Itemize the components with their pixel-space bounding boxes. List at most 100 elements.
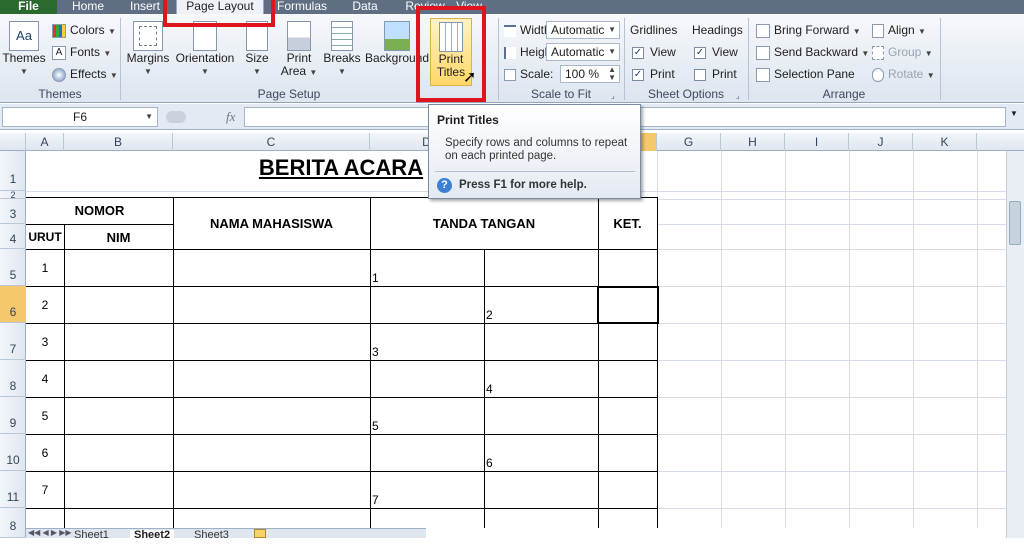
fonts-button[interactable]: A Fonts ▼ [52, 43, 111, 61]
gridlines-print-checkbox[interactable]: ✓ Print [632, 65, 675, 83]
chevron-down-icon: ▼ [144, 67, 152, 76]
row-header-4[interactable]: 4 [0, 224, 26, 249]
gridline [657, 397, 1006, 398]
vertical-scrollbar[interactable] [1006, 151, 1024, 538]
tab-insert[interactable]: Insert [128, 0, 162, 14]
tab-data[interactable]: Data [350, 0, 380, 14]
rotate-button[interactable]: Rotate ▼ [872, 65, 935, 83]
sheet-tab-sheet3[interactable]: Sheet3 [194, 530, 229, 541]
urut-cell[interactable]: 6 [26, 446, 64, 460]
size-label: Size [245, 51, 269, 65]
height-icon [504, 46, 516, 59]
row-header-11[interactable]: 11 [0, 471, 26, 508]
column-header-a[interactable]: A [26, 133, 64, 151]
column-header-c[interactable]: C [173, 133, 370, 151]
sign-number-cell[interactable]: 1 [372, 271, 379, 285]
selection-pane-button[interactable]: Selection Pane [756, 65, 855, 83]
breaks-button[interactable]: Breaks ▼ [322, 18, 362, 78]
sheet-tab-sheet2[interactable]: Sheet2 [130, 530, 175, 541]
group-button[interactable]: Group ▼ [872, 43, 933, 61]
headings-print-checkbox[interactable]: Print [694, 65, 737, 83]
column-header-j[interactable]: J [849, 133, 913, 151]
row-header-6[interactable]: 6 [0, 286, 26, 323]
row-header-3[interactable]: 3 [0, 199, 26, 224]
urut-cell[interactable]: 7 [26, 483, 64, 497]
name-box[interactable]: F6 ▼ [2, 107, 158, 127]
scale-label: Scale: [520, 67, 554, 81]
chevron-down-icon: ▼ [338, 67, 346, 76]
sign-number-cell[interactable]: 3 [372, 345, 379, 359]
tab-formulas[interactable]: Formulas [276, 0, 328, 14]
unchecked-box-icon [694, 68, 706, 81]
urut-cell[interactable]: 4 [26, 372, 64, 386]
column-header-k[interactable]: K [913, 133, 977, 151]
border-line [598, 197, 599, 528]
selection-pane-label: Selection Pane [774, 67, 855, 81]
print-area-button[interactable]: Print Area ▼ [280, 18, 318, 79]
column-header-i[interactable]: I [785, 133, 849, 151]
sign-number-cell[interactable]: 5 [372, 419, 379, 433]
sheet-tab-sheet1[interactable]: Sheet1 [74, 530, 109, 541]
column-header-h[interactable]: H [721, 133, 785, 151]
send-backward-button[interactable]: Send Backward ▼ [756, 43, 869, 61]
row-header-12[interactable]: 8 [0, 508, 26, 538]
column-header-g[interactable]: G [657, 133, 721, 151]
row-header-9[interactable]: 9 [0, 397, 26, 434]
column-header-b[interactable]: B [64, 133, 173, 151]
gridline [657, 323, 1006, 324]
themes-button[interactable]: Aa Themes ▼ [2, 18, 46, 78]
height-select[interactable]: Automatic ▼ [546, 43, 620, 61]
effects-icon [52, 67, 66, 82]
dialog-launcher-icon[interactable]: ⌟ [611, 91, 615, 100]
align-button[interactable]: Align ▼ [872, 21, 926, 39]
sign-number-cell[interactable]: 4 [486, 382, 493, 396]
sign-number-cell[interactable]: 2 [486, 308, 493, 322]
print-titles-tooltip: Print Titles Specify rows and columns to… [428, 104, 641, 199]
header-ket: KET. [613, 216, 642, 231]
row-header-1[interactable]: 1 [0, 151, 26, 191]
row-header-5[interactable]: 5 [0, 249, 26, 286]
dialog-launcher-icon[interactable]: ⌟ [736, 91, 740, 100]
sheet-nav-arrows-icon[interactable]: ◀◀ ◀ ▶ ▶▶ [28, 528, 72, 537]
row-header-8[interactable]: 8 [0, 360, 26, 397]
themes-icon: Aa [9, 21, 39, 51]
scrollbar-thumb[interactable] [1009, 201, 1021, 245]
urut-cell[interactable]: 3 [26, 335, 64, 349]
gridline [657, 224, 1006, 225]
align-label: Align [888, 23, 915, 37]
bring-forward-button[interactable]: Bring Forward ▼ [756, 21, 861, 39]
effects-button[interactable]: Effects ▼ [52, 65, 118, 83]
scale-stepper[interactable]: 100 % ▲ ▼ [560, 65, 620, 83]
chevron-down-icon: ▼ [309, 68, 318, 77]
row-header-10[interactable]: 10 [0, 434, 26, 471]
colors-button[interactable]: Colors ▼ [52, 21, 116, 39]
chevron-down-icon: ▼ [852, 27, 861, 36]
margins-button[interactable]: Margins ▼ [126, 18, 170, 78]
headings-print-label: Print [712, 67, 737, 81]
tab-file[interactable]: File [0, 0, 57, 14]
selected-cell-f6[interactable] [597, 286, 659, 324]
width-select[interactable]: Automatic ▼ [546, 21, 620, 39]
gridlines-view-checkbox[interactable]: ✓ View [632, 43, 676, 61]
sign-number-cell[interactable]: 7 [372, 493, 379, 507]
arrange-group-label: Arrange [822, 87, 866, 101]
border-line [26, 323, 657, 324]
row-header-2[interactable]: 2 [0, 191, 26, 200]
row-header-7[interactable]: 7 [0, 323, 26, 360]
insert-sheet-icon[interactable] [254, 529, 266, 538]
size-button[interactable]: Size ▼ [242, 18, 272, 78]
headings-view-checkbox[interactable]: ✓ View [694, 43, 738, 61]
group-divider [940, 18, 941, 100]
header-urut: URUT [28, 230, 62, 244]
select-all-corner[interactable] [0, 133, 26, 151]
urut-cell[interactable]: 2 [26, 298, 64, 312]
sheet-options-group-label: Sheet Options [647, 87, 725, 101]
urut-cell[interactable]: 1 [26, 261, 64, 275]
orientation-button[interactable]: Orientation ▼ [174, 18, 236, 78]
tab-home[interactable]: Home [72, 0, 104, 14]
send-backward-label: Send Backward [774, 45, 859, 59]
sign-number-cell[interactable]: 6 [486, 456, 493, 470]
insert-function-button[interactable]: fx [160, 107, 242, 127]
urut-cell[interactable]: 5 [26, 409, 64, 423]
expand-formula-bar-icon[interactable]: ▼ [1010, 109, 1018, 118]
